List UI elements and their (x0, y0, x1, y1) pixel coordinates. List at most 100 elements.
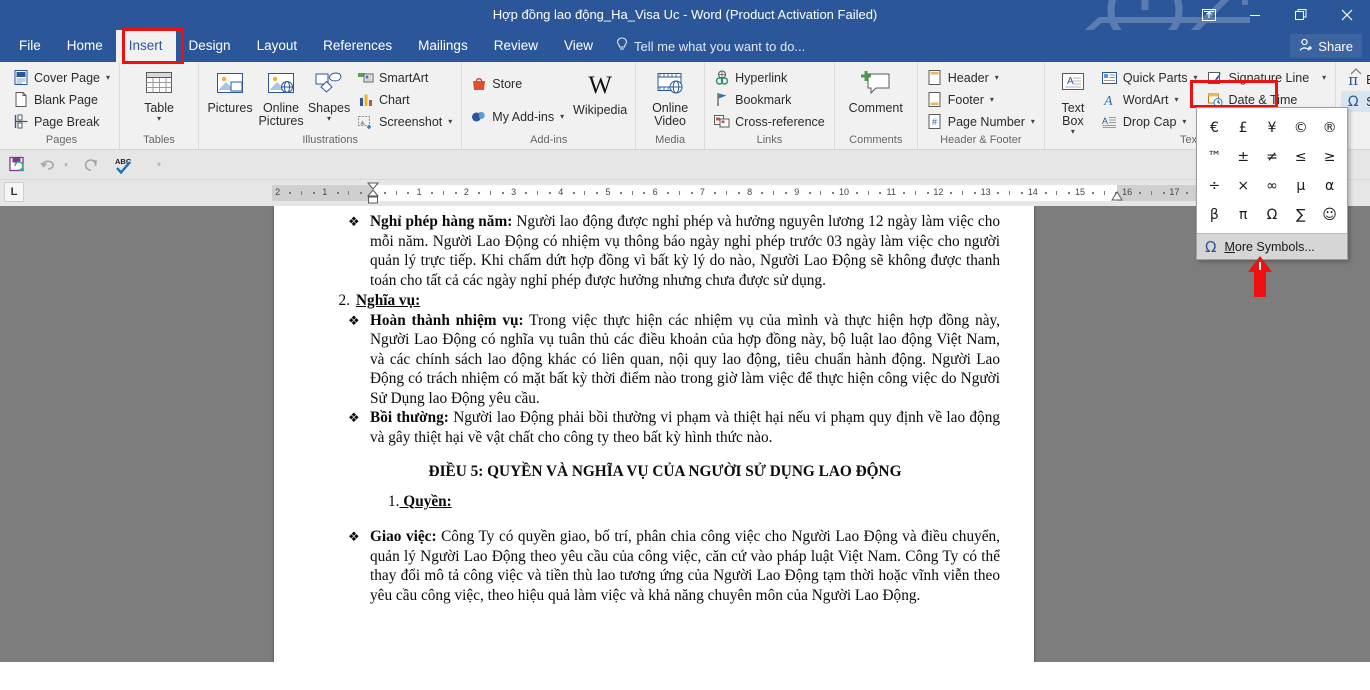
horizontal-ruler[interactable]: 21123456789101112131415161718 (272, 182, 1274, 204)
table-button[interactable]: Table ▾ (133, 65, 185, 123)
ruler-mark (289, 192, 291, 194)
header-button[interactable]: Header ▾ (923, 67, 1039, 88)
symbol-cell-15[interactable]: β (1200, 200, 1229, 229)
cover-page-button[interactable]: Cover Page ▾ (9, 67, 114, 88)
pictures-button[interactable]: Pictures (204, 65, 256, 115)
ribbon-display-options-icon[interactable] (1186, 0, 1232, 30)
footer-button[interactable]: Footer ▾ (923, 89, 1039, 110)
tab-review[interactable]: Review (481, 30, 551, 62)
wordart-button[interactable]: A WordArt ▾ (1098, 89, 1202, 110)
document-text-body[interactable]: ❖ Nghỉ phép hàng năm: Người lao động đượ… (330, 212, 1001, 605)
chevron-down-icon[interactable]: ▾ (157, 115, 161, 123)
collapse-ribbon-icon[interactable] (1350, 67, 1362, 80)
chevron-down-icon[interactable]: ▾ (1322, 73, 1326, 82)
tab-mailings[interactable]: Mailings (405, 30, 481, 62)
chevron-down-icon[interactable]: ▾ (1182, 117, 1186, 126)
symbol-cell-0[interactable]: € (1200, 113, 1229, 142)
symbol-cell-8[interactable]: ≤ (1286, 142, 1315, 171)
symbol-cell-1[interactable]: £ (1229, 113, 1258, 142)
symbol-cell-4[interactable]: ® (1315, 113, 1344, 142)
paragraph-lead-quyen: Quyền: (399, 492, 452, 510)
tab-layout[interactable]: Layout (244, 30, 311, 62)
ruler-mark: 3 (511, 187, 517, 197)
bookmark-button[interactable]: Bookmark (710, 89, 829, 110)
symbol-cell-6[interactable]: ± (1229, 142, 1258, 171)
tab-file[interactable]: File (6, 30, 54, 62)
page-break-button[interactable]: Page Break (9, 111, 114, 132)
chevron-down-icon[interactable]: ▾ (1031, 117, 1035, 126)
signature-line-button[interactable]: Signature Line ▾ (1204, 67, 1331, 88)
text-box-label: Text Box (1061, 101, 1085, 128)
symbol-cell-5[interactable]: ™ (1200, 142, 1229, 171)
ruler-mark (856, 192, 858, 194)
text-box-button[interactable]: A Text Box ▾ (1050, 65, 1096, 136)
save-icon[interactable] (6, 154, 28, 176)
screenshot-icon (358, 114, 374, 130)
tab-view[interactable]: View (551, 30, 606, 62)
redo-icon[interactable] (80, 154, 102, 176)
symbol-cell-14[interactable]: α (1315, 171, 1344, 200)
chart-button[interactable]: Chart (354, 89, 456, 110)
qat-overflow-caret-icon[interactable]: ▾ (148, 154, 170, 176)
ruler-mark (879, 192, 881, 194)
restore-icon[interactable] (1278, 0, 1324, 30)
tab-references[interactable]: References (310, 30, 405, 62)
blank-page-button[interactable]: Blank Page (9, 89, 114, 110)
close-icon[interactable] (1324, 0, 1370, 30)
customize-qat-caret-icon[interactable]: ▾ (62, 154, 70, 176)
tell-me-box[interactable]: Tell me what you want to do... (606, 30, 815, 62)
tab-design[interactable]: Design (176, 30, 244, 62)
symbol-cell-9[interactable]: ≥ (1315, 142, 1344, 171)
hyperlink-button[interactable]: Hyperlink (710, 67, 829, 88)
more-symbols-menu-item[interactable]: Ω More Symbols... (1197, 233, 1347, 259)
document-page[interactable]: ❖ Nghỉ phép hàng năm: Người lao động đượ… (274, 206, 1034, 662)
spelling-check-icon[interactable]: ABC (112, 154, 138, 176)
chevron-down-icon[interactable]: ▾ (1194, 73, 1198, 82)
chevron-down-icon[interactable]: ▾ (1175, 95, 1179, 104)
symbol-cell-7[interactable]: ≠ (1258, 142, 1287, 171)
shapes-button[interactable]: Shapes ▾ (306, 65, 352, 123)
screenshot-button[interactable]: Screenshot ▾ (354, 111, 456, 132)
tab-insert[interactable]: Insert (115, 30, 176, 62)
my-addins-button[interactable]: My Add-ins ▾ (467, 106, 568, 127)
ruler-mark (360, 192, 362, 194)
symbol-cell-17[interactable]: Ω (1258, 200, 1287, 229)
symbol-cell-13[interactable]: μ (1286, 171, 1315, 200)
online-pictures-button[interactable]: Online Pictures (258, 65, 304, 128)
chevron-down-icon[interactable]: ▾ (327, 115, 331, 123)
symbol-grid[interactable]: € £ ¥ © ® ™ ± ≠ ≤ ≥ ÷ × ∞ μ α β π Ω ∑ ☺ (1197, 111, 1347, 233)
symbol-dropdown-menu[interactable]: € £ ¥ © ® ™ ± ≠ ≤ ≥ ÷ × ∞ μ α β π Ω ∑ ☺ Ω More Symbols... (1196, 107, 1348, 260)
paragraph-giao-viec: ❖ Giao việc: Công Ty có quyền giao, bố t… (330, 527, 1000, 605)
undo-icon[interactable] (38, 154, 60, 176)
symbol-cell-16[interactable]: π (1229, 200, 1258, 229)
right-indent-marker[interactable] (1111, 191, 1123, 203)
chevron-down-icon[interactable]: ▾ (106, 73, 110, 82)
quick-parts-button[interactable]: Quick Parts ▾ (1098, 67, 1202, 88)
symbol-cell-11[interactable]: × (1229, 171, 1258, 200)
symbol-cell-19[interactable]: ☺ (1315, 200, 1344, 229)
symbol-cell-10[interactable]: ÷ (1200, 171, 1229, 200)
chevron-down-icon[interactable]: ▾ (990, 95, 994, 104)
symbol-cell-18[interactable]: ∑ (1286, 200, 1315, 229)
chevron-down-icon[interactable]: ▾ (448, 117, 452, 126)
comment-button[interactable]: Comment (846, 65, 906, 115)
store-button[interactable]: Store (467, 73, 568, 94)
drop-cap-button[interactable]: A Drop Cap ▾ (1098, 111, 1202, 132)
wikipedia-button[interactable]: W Wikipedia (570, 65, 630, 117)
chevron-down-icon[interactable]: ▾ (995, 73, 999, 82)
symbol-cell-3[interactable]: © (1286, 113, 1315, 142)
page-number-button[interactable]: # Page Number ▾ (923, 111, 1039, 132)
minimize-icon[interactable] (1232, 0, 1278, 30)
share-button[interactable]: Share (1290, 34, 1362, 58)
smartart-button[interactable]: SmartArt (354, 67, 456, 88)
first-line-indent-marker[interactable] (367, 182, 379, 204)
symbol-cell-2[interactable]: ¥ (1258, 113, 1287, 142)
cross-reference-button[interactable]: Cross-reference (710, 111, 829, 132)
symbol-cell-12[interactable]: ∞ (1258, 171, 1287, 200)
tab-home[interactable]: Home (54, 30, 116, 62)
paragraph-nghia-vu-heading: 2. Nghĩa vụ: (330, 291, 1000, 311)
chevron-down-icon[interactable]: ▾ (560, 112, 564, 121)
online-video-button[interactable]: Online Video (647, 65, 693, 128)
tab-stop-selector[interactable]: L (4, 182, 24, 202)
online-video-icon (655, 67, 685, 101)
